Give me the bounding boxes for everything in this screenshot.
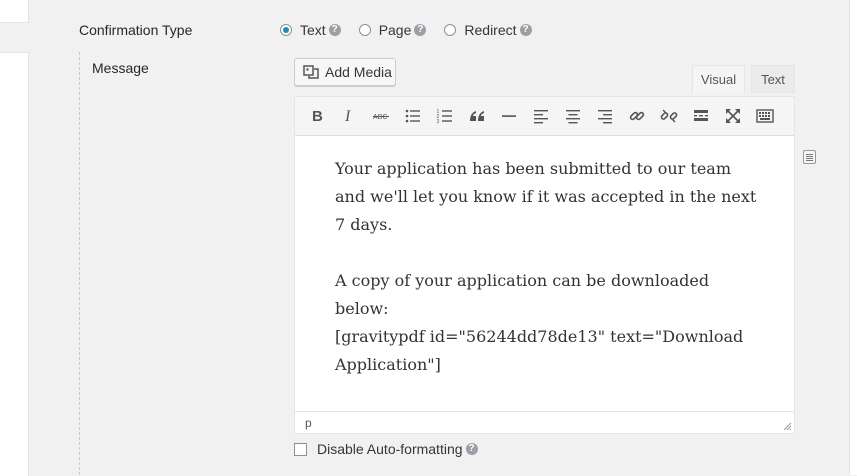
add-media-label: Add Media: [325, 64, 392, 80]
radio-page-label: Page: [378, 22, 412, 38]
bold-icon[interactable]: B: [301, 100, 333, 132]
section-divider: [79, 52, 80, 475]
disable-auto-formatting-checkbox[interactable]: [294, 442, 307, 456]
svg-text:3: 3: [437, 119, 440, 125]
confirmation-type-label: Confirmation Type: [79, 22, 193, 38]
align-center-icon[interactable]: [557, 100, 589, 132]
radio-page-button[interactable]: [358, 24, 371, 36]
paragraph-1: Your application has been submitted to o…: [335, 155, 765, 239]
italic-icon[interactable]: I: [333, 100, 365, 132]
message-editor[interactable]: B I ABC 123 Your application has been su…: [294, 96, 795, 434]
help-icon[interactable]: ?: [519, 24, 532, 36]
text-line: 7 days.: [335, 215, 393, 234]
editor-content[interactable]: Your application has been submitted to o…: [335, 155, 765, 379]
tab-text[interactable]: Text: [751, 65, 795, 93]
align-left-icon[interactable]: [525, 100, 557, 132]
text-line: Your application has been submitted to o…: [335, 159, 732, 178]
element-path[interactable]: p: [305, 416, 312, 430]
help-icon[interactable]: ?: [414, 24, 427, 36]
left-sidebar-bottom: [0, 52, 29, 476]
editor-toolbar: B I ABC 123: [295, 97, 794, 136]
toolbar-toggle-icon[interactable]: [749, 100, 781, 132]
blockquote-icon[interactable]: [461, 100, 493, 132]
message-label: Message: [92, 60, 149, 76]
paragraph-2: A copy of your application can be downlo…: [335, 267, 765, 379]
bullet-list-icon[interactable]: [397, 100, 429, 132]
text-line: and we'll let you know if it was accepte…: [335, 187, 757, 206]
shortcode-line: [gravitypdf id="56244dd78de13" text="Dow…: [335, 327, 744, 346]
radio-redirect-label: Redirect: [464, 22, 517, 38]
radio-text-button[interactable]: [280, 24, 292, 36]
unlink-icon[interactable]: [653, 100, 685, 132]
help-icon[interactable]: ?: [328, 24, 341, 36]
tab-visual[interactable]: Visual: [692, 65, 745, 93]
disable-auto-formatting-row[interactable]: Disable Auto-formatting ?: [294, 441, 478, 457]
editor-status-bar: p: [295, 411, 794, 433]
svg-text:B: B: [312, 108, 323, 125]
text-line: A copy of your application can be downlo…: [335, 271, 710, 290]
radio-option-text[interactable]: Text ?: [280, 22, 341, 38]
fullscreen-icon[interactable]: [717, 100, 749, 132]
svg-text:ABC: ABC: [373, 114, 387, 121]
right-panel-edge: [849, 0, 857, 475]
add-media-button[interactable]: Add Media: [294, 58, 396, 86]
radio-option-page[interactable]: Page ?: [358, 22, 427, 38]
left-sidebar-top: [0, 0, 29, 23]
read-more-icon[interactable]: [685, 100, 717, 132]
radio-text-label: Text: [300, 22, 326, 38]
radio-redirect-button[interactable]: [444, 24, 457, 36]
help-icon[interactable]: ?: [465, 443, 478, 455]
link-icon[interactable]: [621, 100, 653, 132]
strikethrough-icon[interactable]: ABC: [365, 100, 397, 132]
align-right-icon[interactable]: [589, 100, 621, 132]
horizontal-rule-icon[interactable]: [493, 100, 525, 132]
numbered-list-icon[interactable]: 123: [429, 100, 461, 132]
radio-option-redirect[interactable]: Redirect ?: [444, 22, 532, 38]
text-line: below:: [335, 299, 389, 318]
disable-auto-formatting-label: Disable Auto-formatting: [317, 441, 463, 457]
text-line: Application"]: [335, 355, 441, 374]
media-icon: [303, 65, 319, 79]
confirmation-type-radio-group: Text ? Page ? Redirect ?: [280, 22, 550, 38]
svg-text:I: I: [344, 108, 351, 125]
merge-tags-icon[interactable]: [803, 150, 816, 164]
resize-handle-icon[interactable]: [783, 422, 792, 431]
